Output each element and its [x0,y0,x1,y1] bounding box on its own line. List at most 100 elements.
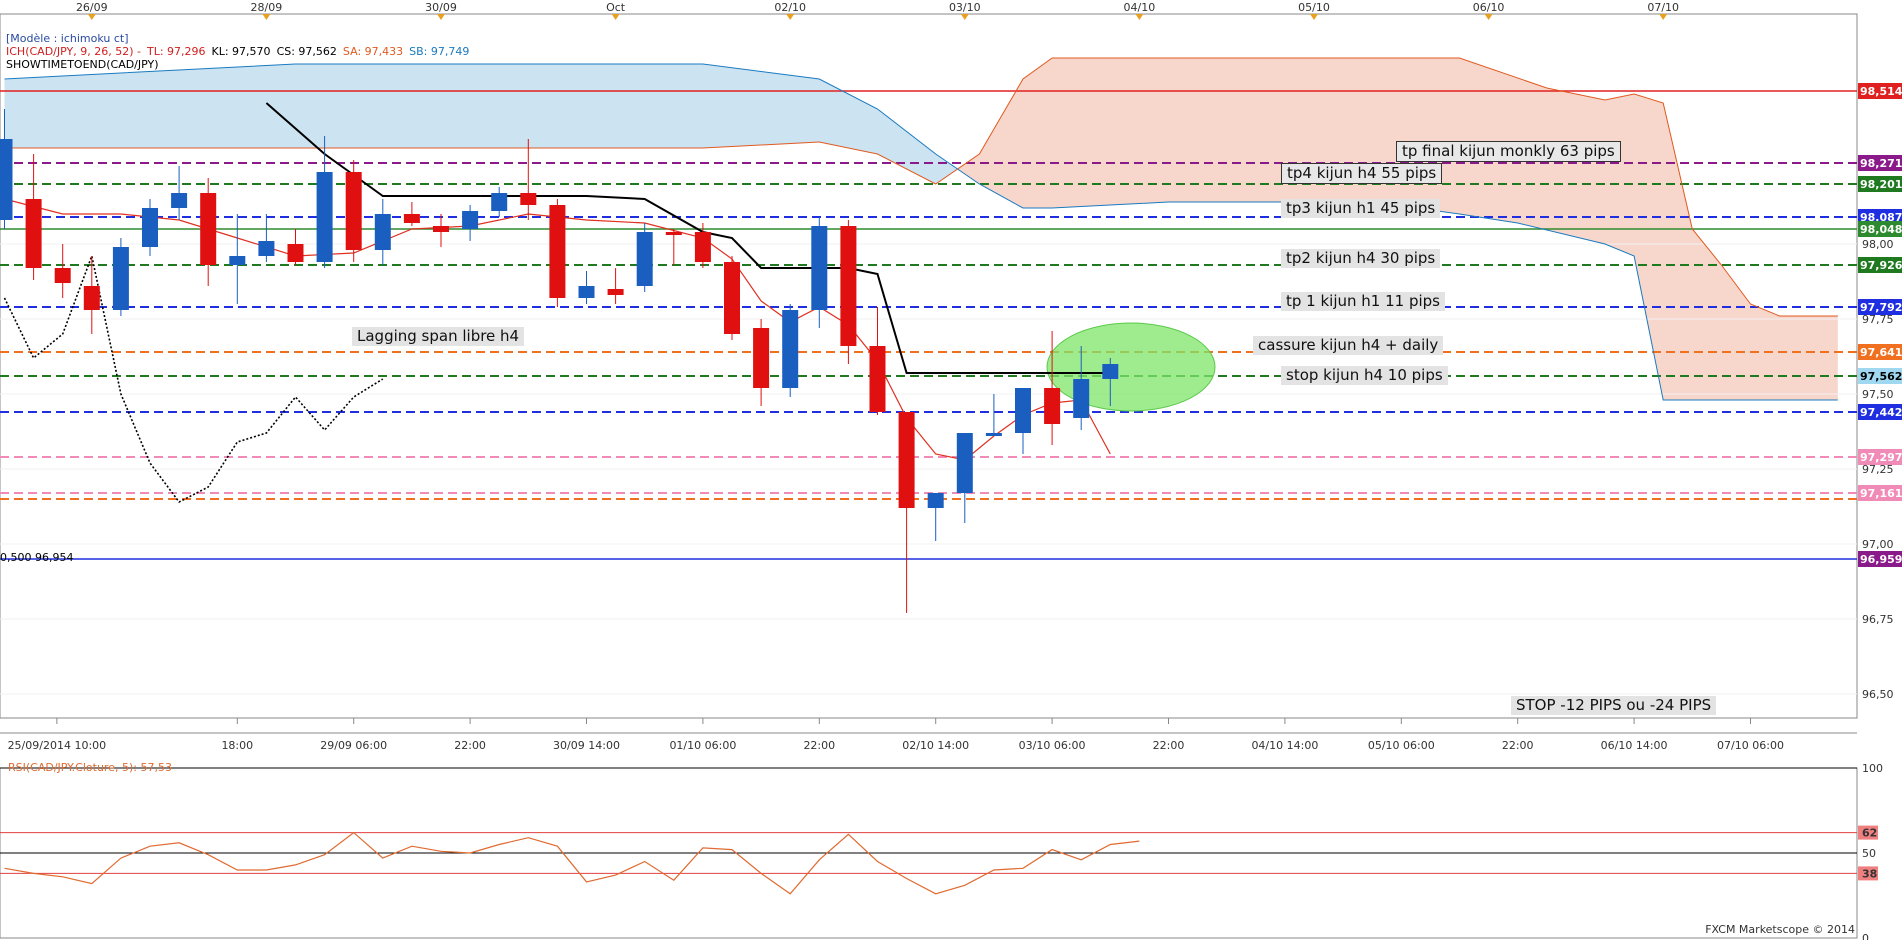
tp4-label: tp4 kijun h4 55 pips [1281,163,1443,184]
time-label-5: 01/10 06:00 [669,739,736,752]
candle-body-36 [1044,388,1061,424]
lagging-span-label: Lagging span libre h4 [352,327,525,346]
candle-body-4 [112,247,129,310]
candle-body-18 [520,193,537,205]
tp1-label: tp 1 kijun h1 11 pips [1281,292,1445,311]
ich-cs: CS: 97,562 [276,45,337,58]
indicator-legend: [Modèle : ichimoku ct] ICH(CAD/JPY, 9, 2… [6,32,475,71]
price-tick-6: 96,50 [1862,688,1894,701]
candle-body-15 [433,226,449,232]
candle-body-3 [83,286,100,310]
top-date-9: 07/10 [1647,1,1679,14]
top-date-2: 30/09 [425,1,457,14]
top-date-8: 06/10 [1473,1,1505,14]
price-tag-1: 98,271 [1860,157,1902,170]
candle-body-34 [985,433,1002,436]
candle-body-5 [142,208,158,247]
candle-body-22 [636,232,653,286]
time-label-9: 22:00 [1153,739,1185,752]
price-tag-10: 97,297 [1860,451,1902,464]
showtime-label: SHOWTIMETOEND(CAD/JPY) [6,58,159,71]
candle-body-6 [171,193,188,208]
time-label-7: 02/10 14:00 [902,739,969,752]
fibo-label: 0,500 96,954 [0,551,74,564]
rsi-tick-4: 0 [1862,932,1869,940]
ich-kl: KL: 97,570 [211,45,271,58]
stop-kijun-label: stop kijun h4 10 pips [1281,366,1448,385]
candle-body-37 [1073,379,1090,418]
price-tag-9: 97,442 [1860,406,1902,419]
price-tag-6: 97,792 [1860,301,1902,314]
price-tick-2: 97,50 [1862,388,1894,401]
time-label-11: 05/10 06:00 [1368,739,1435,752]
candle-body-28 [811,226,828,310]
price-tag-13: 96,959 [1860,553,1902,566]
tp3-label: tp3 kijun h1 45 pips [1281,199,1441,218]
top-date-7: 05/10 [1298,1,1330,14]
candle-body-10 [287,244,304,262]
candle-body-14 [403,214,420,223]
ich-tl: TL: 97,296 [146,45,206,58]
candle-body-32 [927,493,944,508]
ich-name: ICH(CAD/JPY, 9, 26, 52) - [6,45,141,58]
candle-body-25 [724,262,740,334]
tp-final-label: tp final kijun monkly 63 pips [1396,141,1621,162]
target-zone-ellipse [1046,322,1216,412]
candle-body-9 [258,241,275,256]
ich-sb: SB: 97,749 [409,45,470,58]
time-label-6: 22:00 [803,739,835,752]
copyright-text: FXCM Marketscope © 2014 [1705,923,1855,936]
price-tick-4: 97,00 [1862,538,1894,551]
time-label-1: 18:00 [221,739,253,752]
ichimoku-values: ICH(CAD/JPY, 9, 26, 52) - TL: 97,296 KL: 9… [6,45,475,58]
price-tag-0: 98,514 [1860,85,1903,98]
top-date-5: 03/10 [949,1,981,14]
rsi-legend: RSI(CAD/JPY.Cloture, 5): 57,53 [8,761,172,774]
rsi-tick-2: 50 [1862,847,1876,860]
candle-body-16 [462,211,479,229]
rsi-tick-1: 62 [1862,827,1877,840]
rsi-tick-0: 100 [1862,762,1883,775]
top-date-0: 26/09 [76,1,108,14]
time-label-8: 03/10 06:00 [1019,739,1086,752]
candle-body-26 [753,328,770,388]
candle-body-30 [869,346,886,412]
candle-body-31 [898,412,915,508]
top-date-6: 04/10 [1124,1,1156,14]
time-label-14: 07/10 06:00 [1717,739,1784,752]
time-label-4: 30/09 14:00 [553,739,620,752]
time-label-10: 04/10 14:00 [1251,739,1318,752]
candle-body-12 [345,172,362,250]
price-tick-5: 96,75 [1862,613,1894,626]
candle-body-27 [782,310,799,388]
top-date-4: 02/10 [774,1,806,14]
time-label-0: 25/09/2014 10:00 [8,739,107,752]
candle-body-17 [491,193,508,211]
price-tag-4: 98,048 [1860,223,1902,236]
top-date-1: 28/09 [251,1,283,14]
candle-body-21 [607,289,624,295]
candle-body-8 [229,256,246,265]
model-label: [Modèle : ichimoku ct] [6,32,129,45]
ich-sa: SA: 97,433 [342,45,404,58]
candle-body-29 [840,226,857,346]
price-tag-7: 97,641 [1860,346,1902,359]
candle-body-33 [956,433,973,493]
candle-body-7 [200,193,217,265]
time-label-12: 22:00 [1502,739,1534,752]
candle-body-11 [316,172,333,262]
price-tag-11: 97,161 [1860,487,1902,500]
candle-body-1 [25,199,42,268]
rsi-panel: 100 62 50 38 0 [0,762,1883,940]
candle-body-20 [578,286,595,298]
cassure-label: cassure kijun h4 + daily [1253,336,1444,355]
candle-body-38 [1102,364,1119,379]
candle-body-23 [665,232,682,235]
price-tag-8: 97,562 [1860,370,1902,383]
price-tag-2: 98,201 [1860,178,1902,191]
candle-body-2 [54,268,71,283]
top-date-3: Oct [606,1,626,14]
candle-body-19 [549,205,566,298]
price-tick-0: 98,00 [1862,238,1894,251]
stop-pips-label: STOP -12 PIPS ou -24 PIPS [1511,696,1717,715]
